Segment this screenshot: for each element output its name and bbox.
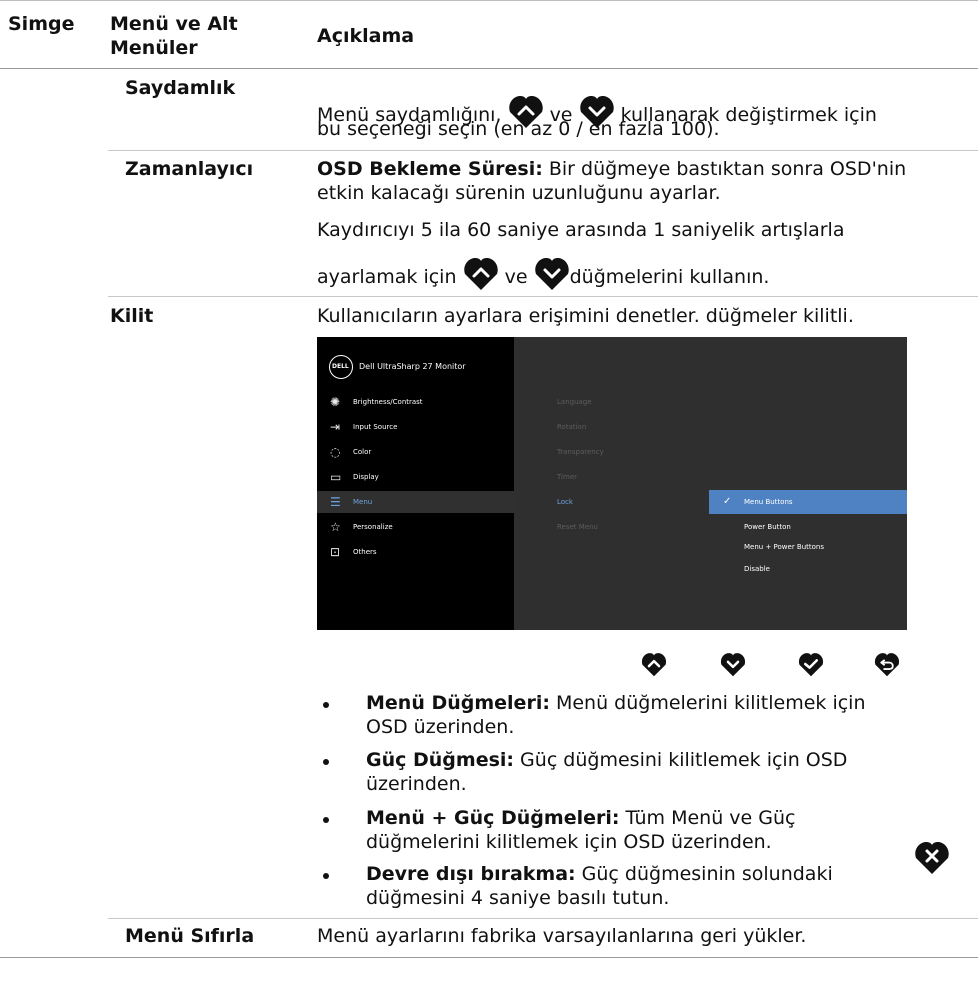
osd-option-selected[interactable]: Menu Buttons bbox=[744, 498, 793, 506]
osd-option[interactable]: Power Button bbox=[744, 523, 791, 531]
bullet-dot bbox=[323, 759, 329, 765]
row-label-kilit: Kilit bbox=[110, 305, 154, 327]
osd-submenu-item[interactable]: Rotation bbox=[557, 423, 586, 431]
zamanlayici-desc-line4: ayarlamak için ve düğmelerini kullanın. bbox=[317, 255, 769, 291]
up-arrow-icon bbox=[641, 653, 667, 677]
others-icon: ⊡ bbox=[330, 545, 341, 559]
osd-menu-item-active[interactable]: Menu bbox=[353, 498, 372, 506]
dell-logo: DELL bbox=[329, 355, 353, 379]
osd-submenu-item[interactable]: Transparency bbox=[557, 448, 604, 456]
star-icon: ☆ bbox=[330, 520, 341, 534]
bullet-menu-guc-line1: Menü + Güç Düğmeleri: Tüm Menü ve Güç bbox=[366, 807, 796, 829]
header-menu-line1: Menü ve Alt bbox=[110, 13, 238, 35]
sifirla-desc: Menü ayarlarını fabrika varsayılanlarına… bbox=[317, 925, 807, 947]
osd-option[interactable]: Menu + Power Buttons bbox=[744, 543, 824, 551]
kilit-desc: Kullanıcıların ayarlara erişimini denetl… bbox=[317, 305, 854, 327]
zamanlayici-desc-line2: etkin kalacağı sürenin uzunluğunu ayarla… bbox=[317, 182, 721, 204]
bullet-menu-guc-line2: düğmelerini kilitlemek için OSD üzerinde… bbox=[366, 831, 772, 853]
zamanlayici-desc-line1: OSD Bekleme Süresi: Bir düğmeye bastıkta… bbox=[317, 158, 907, 180]
bullet-guc-dugmesi-line1: Güç Düğmesi: Güç düğmesini kilitlemek iç… bbox=[366, 749, 848, 771]
input-icon: ⇥ bbox=[330, 420, 341, 434]
palette-icon: ◌ bbox=[330, 445, 341, 459]
bullet-menu-dugmeleri-line2: OSD üzerinden. bbox=[366, 716, 515, 738]
bullet-menu-dugmeleri-line1: Menü Düğmeleri: Menü düğmelerini kilitle… bbox=[366, 692, 866, 714]
menu-list-icon: ☰ bbox=[330, 495, 341, 509]
osd-menu-item[interactable]: Brightness/Contrast bbox=[353, 398, 423, 406]
header-aciklama: Açıklama bbox=[317, 25, 415, 47]
bullet-devre-disi-line1: Devre dışı bırakma: Güç düğmesinin solun… bbox=[366, 863, 833, 885]
bullet-dot bbox=[323, 702, 329, 708]
osd-menu-active-bg bbox=[317, 491, 514, 513]
up-arrow-icon bbox=[463, 258, 498, 290]
header-simge: Simge bbox=[8, 13, 75, 35]
bullet-dot bbox=[323, 817, 329, 823]
back-icon bbox=[874, 653, 900, 677]
osd-option[interactable]: Disable bbox=[744, 565, 770, 573]
row-label-sifirla: Menü Sıfırla bbox=[125, 925, 255, 947]
osd-screenshot: DELL Dell UltraSharp 27 Monitor ✺ Bright… bbox=[317, 337, 907, 630]
down-arrow-icon bbox=[720, 653, 746, 677]
check-icon: ✓ bbox=[723, 496, 732, 507]
osd-submenu-item-active[interactable]: Lock bbox=[557, 498, 573, 506]
osd-left-panel bbox=[317, 337, 514, 630]
bullet-guc-dugmesi-line2: üzerinden. bbox=[366, 773, 467, 795]
osd-option-selected-bg bbox=[709, 490, 907, 514]
osd-title: Dell UltraSharp 27 Monitor bbox=[359, 362, 466, 371]
osd-menu-item[interactable]: Input Source bbox=[353, 423, 397, 431]
osd-menu-item[interactable]: Others bbox=[353, 548, 377, 556]
osd-submenu-item[interactable]: Timer bbox=[557, 473, 577, 481]
saydamlik-desc-line2: bu seçeneği seçin (en az 0 / en fazla 10… bbox=[317, 118, 720, 140]
monitor-icon: ▭ bbox=[330, 470, 342, 484]
zamanlayici-desc-line3: Kaydırıcıyı 5 ila 60 saniye arasında 1 s… bbox=[317, 219, 845, 241]
row-label-zamanlayici: Zamanlayıcı bbox=[125, 158, 254, 180]
osd-menu-item[interactable]: Color bbox=[353, 448, 371, 456]
osd-menu-item[interactable]: Display bbox=[353, 473, 379, 481]
close-icon bbox=[915, 842, 949, 874]
header-menu-line2: Menüler bbox=[110, 37, 198, 59]
bullet-devre-disi-line2: düğmesini 4 saniye basılı tutun. bbox=[366, 887, 670, 909]
osd-submenu-item[interactable]: Language bbox=[557, 398, 592, 406]
bullet-dot bbox=[323, 873, 329, 879]
row-label-saydamlik: Saydamlık bbox=[125, 77, 236, 99]
check-icon bbox=[798, 653, 824, 677]
osd-menu-item[interactable]: Personalize bbox=[353, 523, 393, 531]
sun-icon: ✺ bbox=[330, 395, 341, 409]
osd-submenu-item[interactable]: Reset Menu bbox=[557, 523, 598, 531]
down-arrow-icon bbox=[534, 258, 569, 290]
